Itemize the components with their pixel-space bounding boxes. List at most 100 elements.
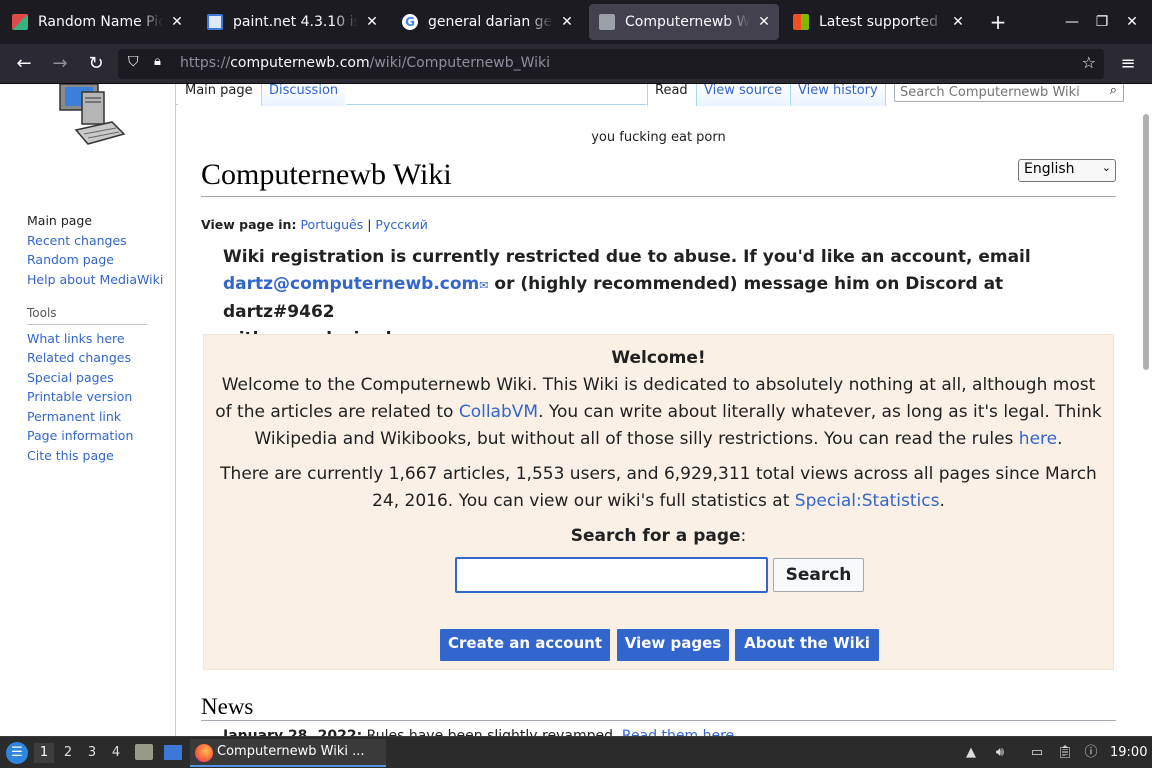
page-scrollbar[interactable] — [1140, 112, 1152, 736]
tray-up-arrow-icon[interactable]: ▲ — [962, 744, 980, 762]
taskbar: ☰ 1 2 3 4 Computernewb Wiki ... ▲ 🔊︎ ▭ 📋… — [0, 736, 1152, 768]
news-link[interactable]: Read them here — [622, 728, 734, 736]
sidebar-item-permanent-link[interactable]: Permanent link — [27, 409, 121, 424]
tab-view-source[interactable]: View source — [696, 84, 790, 106]
scrollbar-thumb[interactable] — [1143, 114, 1149, 370]
special-statistics-link[interactable]: Special:Statistics — [795, 491, 940, 511]
display-icon[interactable]: ▭ — [1028, 744, 1046, 762]
text: : — [740, 526, 747, 546]
microsoft-favicon-icon — [793, 14, 809, 30]
tab-random-name-picker[interactable]: Random Name Picker ✕ — [2, 4, 192, 40]
email-link[interactable]: dartz@computernewb.com — [223, 274, 479, 294]
window-close-icon[interactable]: ✕ — [1122, 12, 1142, 32]
sidebar-item-random-page[interactable]: Random page — [27, 252, 114, 267]
tab-read[interactable]: Read — [647, 84, 695, 106]
close-tab-icon[interactable]: ✕ — [755, 13, 773, 31]
language-select[interactable]: English ⌄ — [1018, 159, 1116, 182]
welcome-heading: Welcome! — [611, 348, 706, 368]
workspace-4[interactable]: 4 — [106, 743, 126, 763]
workspace-3[interactable]: 3 — [82, 743, 102, 763]
sidebar-item-printable-version[interactable]: Printable version — [27, 389, 132, 404]
wiki-search-input[interactable] — [900, 84, 1090, 100]
tab-computernewb-wiki[interactable]: Computernewb Wiki ✕ — [589, 4, 779, 40]
sidebar-item-recent-changes[interactable]: Recent changes — [27, 233, 127, 248]
news-divider — [201, 720, 1116, 721]
sidebar-item-page-information[interactable]: Page information — [27, 428, 133, 443]
url-prefix: https:// — [180, 55, 231, 71]
lang-separator: | — [367, 217, 372, 232]
workspace-2[interactable]: 2 — [58, 743, 78, 763]
new-tab-button[interactable]: + — [986, 10, 1010, 34]
clock[interactable]: 19:00 — [1110, 745, 1147, 760]
search-icon[interactable]: ⌕ — [1110, 84, 1117, 98]
url-text[interactable]: https://computernewb.com/wiki/Computerne… — [180, 55, 550, 71]
clipboard-icon[interactable]: 📋︎ — [1056, 744, 1074, 762]
news-date: January 28, 2022: — [223, 728, 363, 736]
site-notice: you fucking eat porn — [591, 130, 726, 145]
reload-icon[interactable]: ↻ — [84, 52, 108, 76]
sidebar-item-cite-this-page[interactable]: Cite this page — [27, 448, 114, 463]
page-title: Computernewb Wiki — [201, 158, 452, 191]
notification-icon[interactable]: ⓘ — [1082, 744, 1100, 762]
text: . — [1057, 429, 1063, 449]
text: 24, 2016. You can view our wiki's full s… — [372, 491, 795, 511]
close-tab-icon[interactable]: ✕ — [558, 13, 576, 31]
close-tab-icon[interactable]: ✕ — [363, 13, 381, 31]
close-tab-icon[interactable]: ✕ — [949, 13, 967, 31]
show-desktop-icon[interactable] — [164, 745, 182, 760]
google-favicon-icon: G — [402, 14, 418, 30]
address-bar[interactable]: ⛉ 🔒︎ https://computernewb.com/wiki/Compu… — [118, 49, 1104, 79]
sidebar-item-help[interactable]: Help about MediaWiki — [27, 272, 163, 287]
view-page-in: View page in: Português | Русский — [201, 217, 428, 232]
maximize-icon[interactable]: ❐ — [1092, 12, 1112, 32]
url-path: /wiki/Computernewb_Wiki — [369, 55, 551, 71]
page-search-input[interactable] — [455, 557, 768, 593]
shield-icon[interactable]: ⛉ — [128, 54, 139, 70]
wiki-search-box[interactable]: ⌕ — [894, 84, 1124, 102]
file-manager-icon[interactable] — [135, 744, 153, 760]
paint-net-favicon-icon — [207, 14, 223, 30]
stats-text-line-2: 24, 2016. You can view our wiki's full s… — [204, 488, 1113, 515]
sidebar-item-related-changes[interactable]: Related changes — [27, 350, 131, 365]
sidebar-item-main-page[interactable]: Main page — [27, 213, 92, 228]
lang-link-portuguese[interactable]: Português — [300, 217, 363, 232]
minimize-icon[interactable]: — — [1062, 12, 1082, 32]
text: of the articles are related to — [215, 402, 459, 422]
sidebar-item-what-links-here[interactable]: What links here — [27, 331, 125, 346]
tab-view-history[interactable]: View history — [790, 84, 886, 106]
forward-arrow-icon[interactable]: → — [48, 52, 72, 76]
workspace-1[interactable]: 1 — [34, 743, 54, 763]
tab-paint-net[interactable]: paint.net 4.3.10 is now ✕ — [197, 4, 387, 40]
create-account-button[interactable]: Create an account — [440, 629, 610, 661]
about-wiki-button[interactable]: About the Wiki — [735, 629, 879, 661]
volume-icon[interactable]: 🔊︎ — [991, 744, 1009, 762]
lock-icon[interactable]: 🔒︎ — [154, 54, 161, 69]
close-tab-icon[interactable]: ✕ — [168, 13, 186, 31]
tab-main-page[interactable]: Main page — [178, 84, 260, 106]
lang-link-russian[interactable]: Русский — [375, 217, 427, 232]
tab-google-search[interactable]: G general darian gets l ✕ — [392, 4, 582, 40]
computer-favicon-icon — [599, 14, 615, 30]
taskbar-window-title: Computernewb Wiki ... — [217, 744, 365, 759]
text: . You can write about literally whatever… — [538, 402, 1102, 422]
rules-here-link[interactable]: here — [1019, 429, 1057, 449]
computer-logo-icon[interactable] — [52, 84, 126, 150]
tab-microsoft[interactable]: Latest supported Vis ✕ — [783, 4, 973, 40]
tab-discussion[interactable]: Discussion — [261, 84, 346, 106]
wiki-sidebar: Main page Recent changes Random page Hel… — [0, 84, 176, 736]
welcome-box: Welcome! Welcome to the Computernewb Wik… — [203, 334, 1114, 670]
view-pages-button[interactable]: View pages — [617, 629, 729, 661]
taskbar-window-firefox[interactable]: Computernewb Wiki ... — [190, 739, 386, 767]
back-arrow-icon[interactable]: ← — [12, 52, 36, 76]
title-divider — [201, 196, 1116, 197]
collabvm-link[interactable]: CollabVM — [459, 402, 538, 422]
tab-title: general darian gets l — [428, 14, 553, 30]
notice-line-2: dartz@computernewb.com✉ or (highly recom… — [223, 271, 1118, 326]
bookmark-star-icon[interactable]: ☆ — [1082, 53, 1096, 72]
sidebar-item-special-pages[interactable]: Special pages — [27, 370, 114, 385]
search-button[interactable]: Search — [773, 558, 864, 592]
tab-title: Computernewb Wiki — [625, 14, 750, 30]
menu-icon[interactable]: ≡ — [1116, 52, 1140, 76]
firefox-icon — [195, 744, 213, 762]
start-menu-icon[interactable]: ☰ — [6, 742, 28, 764]
